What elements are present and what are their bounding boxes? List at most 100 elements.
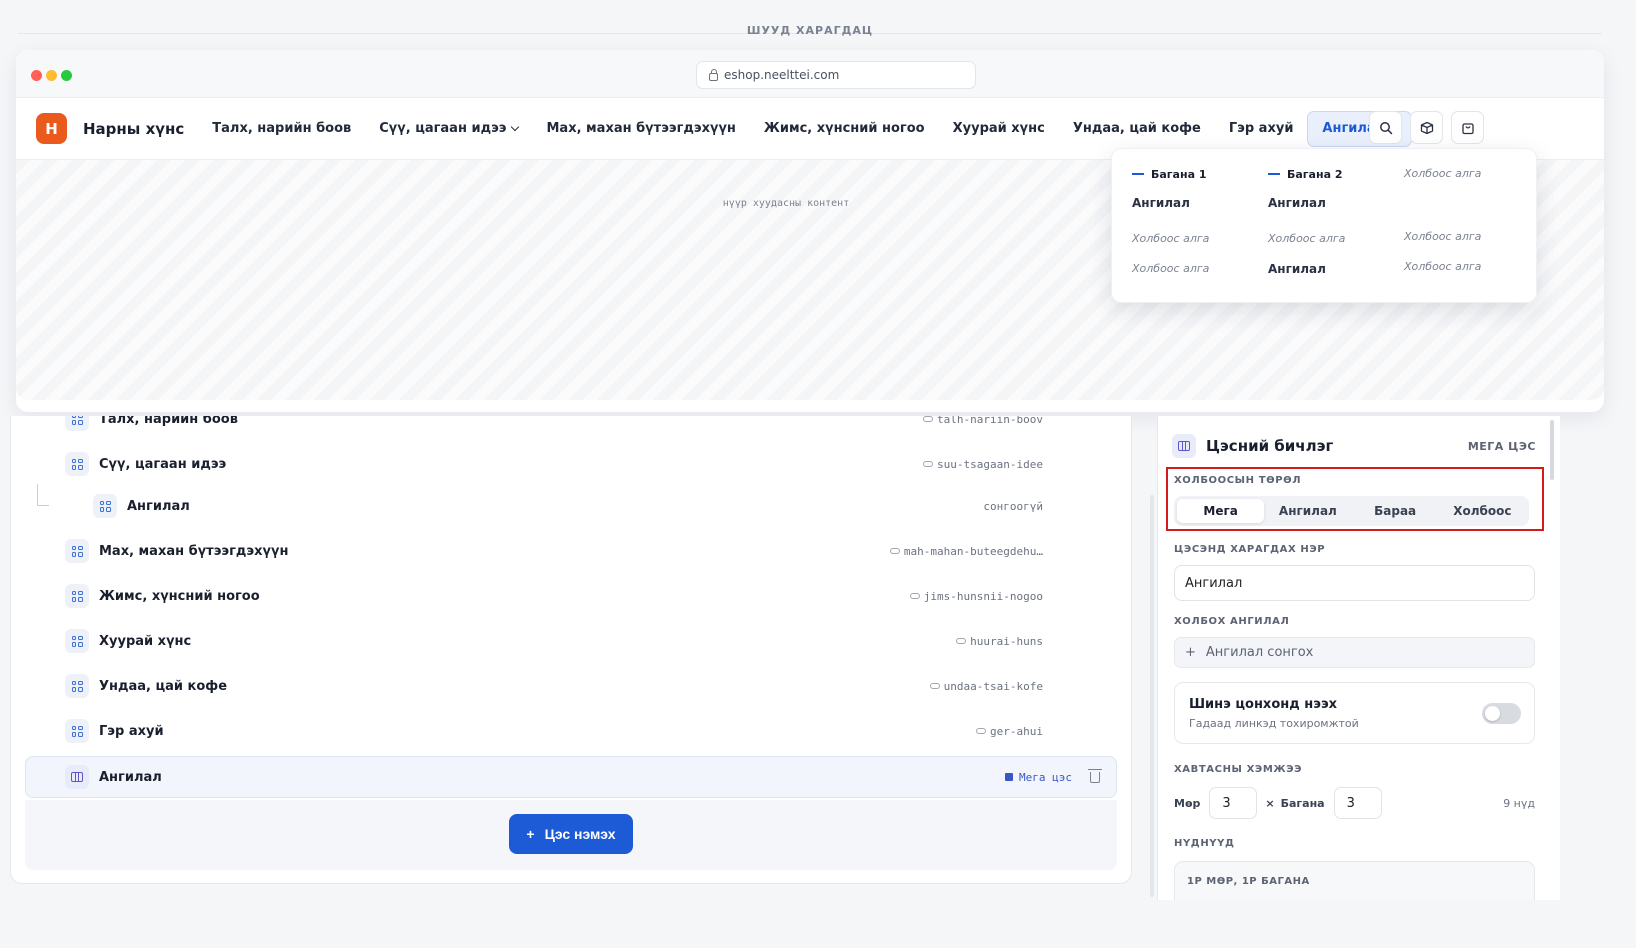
add-menu-button[interactable]: + Цэс нэмэх xyxy=(509,814,633,854)
mega-link[interactable]: Ангилал xyxy=(1132,196,1262,210)
cols-input[interactable]: 3 xyxy=(1333,787,1382,819)
menu-item-editor: Цэсний бичлэг МЕГА ЦЭС ХОЛБООСЫН ТӨРӨЛ М… xyxy=(1157,416,1560,900)
tree-row-label: Гэр ахуй xyxy=(99,723,164,739)
mega-link[interactable]: Ангилал xyxy=(1268,262,1398,276)
link-icon xyxy=(929,683,940,689)
tree-row[interactable]: Хуурай хүнс huurai-huns xyxy=(25,620,1117,662)
trash-icon[interactable] xyxy=(1088,768,1102,783)
nav-item-produce[interactable]: Жимс, хүнсний ногоо xyxy=(750,111,939,147)
mega-column-2: Багана 2 Ангилал Холбоос алга Ангилал xyxy=(1268,167,1398,276)
accent-bar-icon xyxy=(1268,173,1280,175)
link-type-highlight: ХОЛБООСЫН ТӨРӨЛ Мега Ангилал Бараа Холбо… xyxy=(1166,467,1544,531)
mega-empty-cell: Холбоос алга xyxy=(1404,260,1482,273)
cell-card-label: 1Р МӨР, 1Р БАГАНА xyxy=(1187,876,1310,887)
link-type-category[interactable]: Ангилал xyxy=(1264,499,1351,523)
search-button[interactable] xyxy=(1369,111,1402,144)
category-picker[interactable]: + Ангилал сонгох xyxy=(1174,637,1535,668)
mega-menu-dropdown: Багана 1 Ангилал Холбоос алга Холбоос ал… xyxy=(1111,148,1537,303)
tree-row-slug: сонгоогүй xyxy=(983,500,1043,513)
tree-row-label: Хуурай хүнс xyxy=(99,633,192,649)
nav-item-dry-goods[interactable]: Хуурай хүнс xyxy=(939,111,1059,147)
mega-empty-cell: Холбоос алга xyxy=(1404,230,1482,243)
chevron-down-icon xyxy=(511,122,520,132)
cells-total: 9 нүд xyxy=(1503,796,1535,810)
tree-row-child[interactable]: Ангилал сонгоогүй xyxy=(25,485,1117,527)
rows-label: Мөр xyxy=(1174,796,1201,810)
mega-menu-tag: Мега цэс xyxy=(1005,771,1072,784)
tree-row-label: Талх, нарийн боов xyxy=(99,416,238,427)
link-icon xyxy=(889,548,900,554)
slug-text: сонгоогүй xyxy=(983,499,1043,513)
tree-row[interactable]: Ундаа, цай кофе undaa-tsai-kofe xyxy=(25,665,1117,707)
right-scrollbar[interactable] xyxy=(1550,420,1554,480)
link-icon xyxy=(923,461,934,467)
mega-columns-icon xyxy=(65,765,89,789)
tree-row-slug: suu-tsagaan-idee xyxy=(923,458,1043,471)
nav-item-household[interactable]: Гэр ахуй xyxy=(1215,111,1308,147)
tree-row-slug: ger-ahui xyxy=(976,725,1043,738)
nav-item-meat[interactable]: Мах, махан бүтээгдэхүүн xyxy=(532,111,749,147)
shopping-bag-icon xyxy=(1461,122,1474,134)
minimize-dot-icon xyxy=(46,70,57,81)
category-picker-placeholder: Ангилал сонгох xyxy=(1205,645,1314,660)
tree-row-label: Сүү, цагаан идээ xyxy=(99,456,227,472)
rows-input[interactable]: 3 xyxy=(1209,787,1258,819)
tree-row-selected[interactable]: Ангилал Мега цэс xyxy=(25,756,1117,798)
address-bar[interactable]: eshop.neelttei.com xyxy=(696,61,976,89)
tree-row[interactable]: Гэр ахуй ger-ahui xyxy=(25,710,1117,752)
nav-item-bread[interactable]: Талх, нарийн боов xyxy=(198,111,365,147)
url-text: eshop.neelttei.com xyxy=(724,68,840,82)
category-grid-icon xyxy=(65,719,89,743)
link-type-label: ХОЛБООСЫН ТӨРӨЛ xyxy=(1174,475,1302,486)
mega-columns-icon xyxy=(1172,434,1196,458)
nav-item-dairy[interactable]: Сүү, цагаан идээ xyxy=(365,111,532,147)
category-grid-icon xyxy=(65,629,89,653)
link-type-link[interactable]: Холбоос xyxy=(1439,499,1526,523)
mega-link[interactable]: Ангилал xyxy=(1268,196,1398,210)
preview-label: ШУУД ХАРАГДАЦ xyxy=(746,24,874,37)
display-name-label: ЦЭСЭНД ХАРАГДАХ НЭР xyxy=(1174,544,1326,555)
category-grid-icon xyxy=(93,494,117,518)
nav-item-label: Хуурай хүнс xyxy=(952,121,1045,136)
close-dot-icon xyxy=(31,70,42,81)
mega-empty-cell: Холбоос алга xyxy=(1404,167,1482,180)
tree-row[interactable]: Жимс, хүнсний ногоо jims-hunsnii-nogoo xyxy=(25,575,1117,617)
grid-size-label: ХАВТАСНЫ ХЭМЖЭЭ xyxy=(1174,764,1303,775)
link-type-segmented-control: Мега Ангилал Бараа Холбоос xyxy=(1174,496,1529,526)
tree-row-slug: mah-mahan-buteegdehu… xyxy=(889,545,1043,558)
cell-card[interactable]: 1Р МӨР, 1Р БАГАНА xyxy=(1174,861,1535,900)
tree-row-slug: huurai-huns xyxy=(956,635,1043,648)
package-button[interactable] xyxy=(1410,111,1443,144)
nav-item-drinks[interactable]: Ундаа, цай кофе xyxy=(1059,111,1215,147)
nav-item-label: Ундаа, цай кофе xyxy=(1072,121,1201,136)
cart-button[interactable] xyxy=(1451,111,1484,144)
nav-item-label: Мах, махан бүтээгдэхүүн xyxy=(546,121,736,136)
mega-column-header: Багана 2 xyxy=(1268,167,1398,181)
left-scrollbar[interactable] xyxy=(1150,495,1154,897)
link-category-label: ХОЛБОХ АНГИЛАЛ xyxy=(1174,616,1290,627)
store-logo[interactable]: Н xyxy=(36,113,67,144)
browser-preview: eshop.neelttei.com Н Нарны хүнс Талх, на… xyxy=(16,50,1604,412)
tree-row[interactable]: Сүү, цагаан идээ suu-tsagaan-idee xyxy=(25,443,1117,485)
cells-label: НҮДНҮҮД xyxy=(1174,838,1235,849)
new-window-toggle[interactable] xyxy=(1482,703,1521,724)
browser-toolbar: eshop.neelttei.com xyxy=(16,50,1604,98)
nav-item-label: Жимс, хүнсний ногоо xyxy=(763,121,925,136)
display-name-input[interactable]: Ангилал xyxy=(1174,565,1535,601)
tree-row[interactable]: Талх, нарийн боов talh-nariin-boov xyxy=(25,416,1117,440)
cols-label: Багана xyxy=(1280,796,1325,810)
link-type-mega[interactable]: Мега xyxy=(1177,499,1265,523)
plus-icon: + xyxy=(1185,645,1196,660)
nav-item-label: Гэр ахуй xyxy=(1228,121,1294,136)
link-type-product[interactable]: Бараа xyxy=(1352,499,1439,523)
slug-text: ger-ahui xyxy=(990,724,1043,738)
tree-row[interactable]: Мах, махан бүтээгдэхүүн mah-mahan-buteeg… xyxy=(25,530,1117,572)
mega-column-1: Багана 1 Ангилал Холбоос алга Холбоос ал… xyxy=(1132,167,1262,275)
times-sign: × xyxy=(1265,796,1275,810)
store-brand[interactable]: Нарны хүнс xyxy=(83,120,184,138)
tree-row-label: Ангилал xyxy=(99,769,162,785)
tree-row-label: Жимс, хүнсний ногоо xyxy=(99,588,260,604)
menu-tree-panel: Талх, нарийн боов talh-nariin-boov Сүү, … xyxy=(10,416,1132,884)
tree-row-label: Ундаа, цай кофе xyxy=(99,678,228,694)
mega-column-header: Багана 1 xyxy=(1132,167,1262,181)
